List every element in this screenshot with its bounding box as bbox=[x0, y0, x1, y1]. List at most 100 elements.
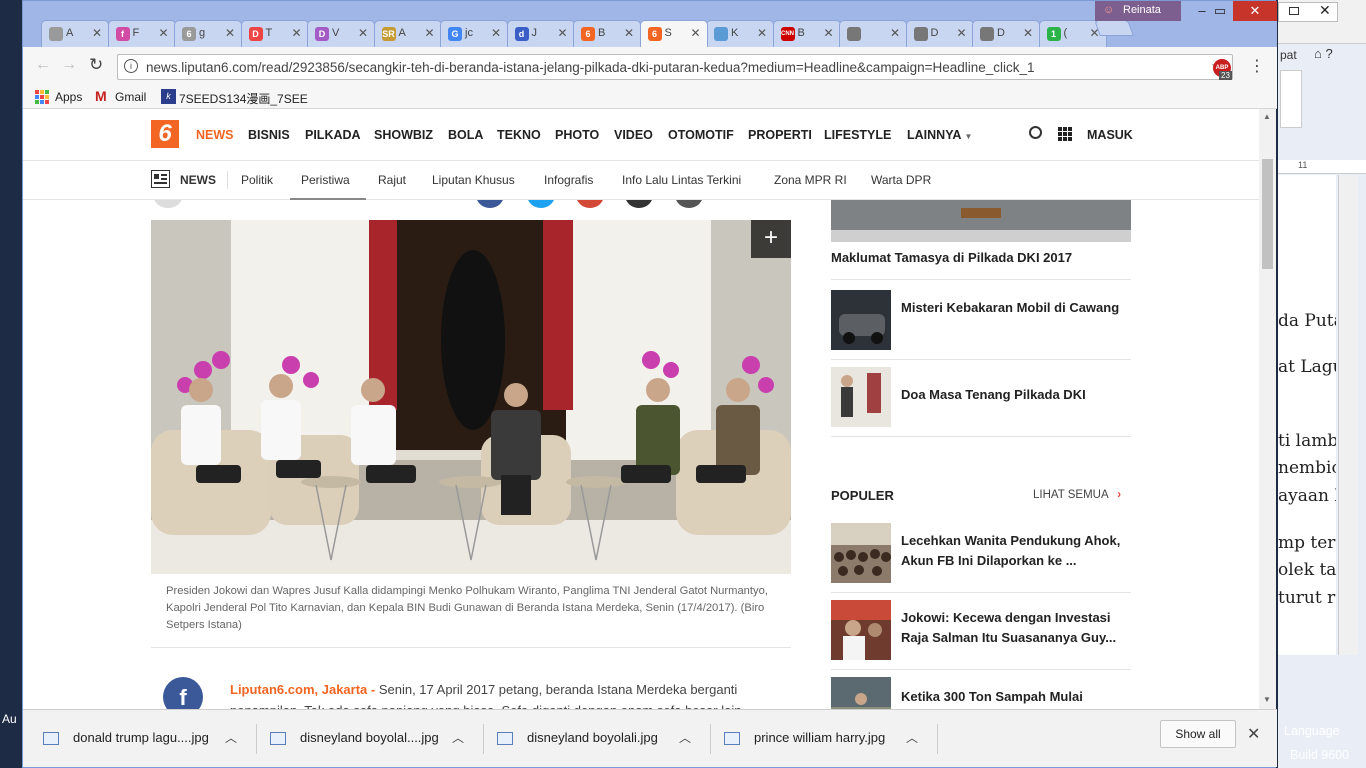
related-top-thumb[interactable] bbox=[831, 200, 1131, 242]
chevron-up-icon[interactable]: ︿ bbox=[679, 729, 691, 746]
download-item[interactable]: donald trump lagu....jpg ︿ bbox=[23, 722, 253, 756]
bookmark-apps[interactable]: Apps bbox=[55, 90, 82, 104]
tab-close-icon[interactable]: ✕ bbox=[956, 26, 966, 40]
popular-see-all[interactable]: LIHAT SEMUA › bbox=[1033, 489, 1121, 501]
profile-badge[interactable]: ☺ Reinata bbox=[1095, 1, 1181, 21]
forward-icon[interactable]: → bbox=[61, 56, 77, 74]
tab-close-icon[interactable]: ✕ bbox=[358, 26, 368, 40]
nav-bisnis[interactable]: BISNIS bbox=[248, 128, 290, 142]
new-tab-button[interactable] bbox=[1094, 20, 1134, 36]
tab-close-icon[interactable]: ✕ bbox=[491, 26, 501, 40]
popular-item[interactable]: Ketika 300 Ton Sampah Mulai bbox=[831, 677, 1131, 709]
tab-5[interactable]: SR A ✕ bbox=[373, 20, 442, 47]
subnav-peristiwa[interactable]: Peristiwa bbox=[301, 173, 350, 187]
tab-close-icon[interactable]: ✕ bbox=[225, 26, 235, 40]
nav-pilkada[interactable]: PILKADA bbox=[305, 128, 361, 142]
subnav-info-lalu-lintas[interactable]: Info Lalu Lintas Terkini bbox=[622, 173, 741, 187]
subnav-rajut[interactable]: Rajut bbox=[378, 173, 406, 187]
twitter-share-button[interactable] bbox=[527, 200, 555, 208]
tab-12[interactable]: ✕ bbox=[839, 20, 907, 47]
gplus-share-button[interactable] bbox=[576, 200, 604, 208]
tab-10[interactable]: K ✕ bbox=[706, 20, 774, 47]
info-icon[interactable]: i bbox=[124, 59, 138, 73]
related-item[interactable]: Misteri Kebakaran Mobil di Cawang bbox=[831, 290, 1131, 360]
section-title[interactable]: NEWS bbox=[180, 173, 216, 187]
tab-8[interactable]: 6 B ✕ bbox=[573, 20, 641, 47]
tab-13[interactable]: D ✕ bbox=[905, 20, 974, 47]
tab-2[interactable]: 6 g ✕ bbox=[174, 20, 242, 47]
nav-bola[interactable]: BOLA bbox=[448, 128, 483, 142]
grid-menu-icon[interactable] bbox=[1058, 127, 1072, 141]
word-restore-button[interactable]: ✕ bbox=[1278, 2, 1338, 22]
scroll-up-icon[interactable]: ▲ bbox=[1263, 112, 1271, 121]
tab-close-icon[interactable]: ✕ bbox=[1023, 26, 1033, 40]
download-item[interactable]: disneyland boyolali.jpg ︿ bbox=[477, 722, 707, 756]
page-scrollbar[interactable]: ▲ ▼ bbox=[1259, 109, 1276, 709]
tab-close-icon[interactable]: ✕ bbox=[291, 26, 301, 40]
subnav-zona-mpr[interactable]: Zona MPR RI bbox=[774, 173, 847, 187]
tab-4[interactable]: D V ✕ bbox=[307, 20, 375, 47]
chevron-up-icon[interactable]: ︿ bbox=[452, 729, 464, 746]
search-icon[interactable] bbox=[1029, 126, 1042, 139]
subnav-liputan-khusus[interactable]: Liputan Khusus bbox=[432, 173, 515, 187]
tab-9[interactable]: 6 S ✕ bbox=[639, 20, 708, 47]
download-item[interactable]: disneyland boyolal....jpg ︿ bbox=[250, 722, 480, 756]
facebook-share-icon[interactable]: f bbox=[163, 677, 203, 709]
subnav-infografis[interactable]: Infografis bbox=[544, 173, 593, 187]
popular-item[interactable]: Lecehkan Wanita Pendukung Ahok, Akun FB … bbox=[831, 523, 1131, 593]
word-help-icon[interactable]: ⌂ ? bbox=[1314, 46, 1333, 61]
nav-properti[interactable]: PROPERTI bbox=[748, 128, 812, 142]
tab-close-icon[interactable]: ✕ bbox=[690, 26, 700, 40]
reload-icon[interactable]: ↻ bbox=[89, 55, 103, 75]
back-icon[interactable]: ← bbox=[35, 56, 51, 74]
bookmark-7seeds[interactable]: 7SEEDS134漫画_7SEE bbox=[179, 90, 308, 107]
nav-video[interactable]: VIDEO bbox=[614, 128, 653, 142]
show-all-downloads-button[interactable]: Show all bbox=[1160, 720, 1236, 748]
nav-lifestyle[interactable]: LIFESTYLE bbox=[824, 128, 891, 142]
tab-close-icon[interactable]: ✕ bbox=[823, 26, 833, 40]
tab-close-icon[interactable]: ✕ bbox=[92, 26, 102, 40]
tab-1[interactable]: f F ✕ bbox=[107, 20, 176, 47]
nav-tekno[interactable]: TEKNO bbox=[497, 128, 541, 142]
tab-0[interactable]: A ✕ bbox=[41, 20, 109, 47]
related-top-title[interactable]: Maklumat Tamasya di Pilkada DKI 2017 bbox=[831, 250, 1131, 265]
menu-icon[interactable]: ⋮ bbox=[1249, 56, 1265, 76]
tab-close-icon[interactable]: ✕ bbox=[557, 26, 567, 40]
line-share-button[interactable] bbox=[625, 200, 653, 208]
nav-showbiz[interactable]: SHOWBIZ bbox=[374, 128, 433, 142]
tab-close-icon[interactable]: ✕ bbox=[757, 26, 767, 40]
address-bar[interactable]: i news.liputan6.com/read/2923856/secangk… bbox=[117, 54, 1233, 80]
tab-14[interactable]: D ✕ bbox=[972, 20, 1040, 47]
maximize-button[interactable]: ▭ bbox=[1205, 1, 1235, 21]
chevron-up-icon[interactable]: ︿ bbox=[225, 729, 237, 746]
tab-close-icon[interactable]: ✕ bbox=[158, 26, 168, 40]
subnav-politik[interactable]: Politik bbox=[241, 173, 273, 187]
chevron-up-icon[interactable]: ︿ bbox=[906, 729, 918, 746]
scroll-down-icon[interactable]: ▼ bbox=[1263, 695, 1271, 704]
download-item[interactable]: prince william harry.jpg ︿ bbox=[704, 722, 934, 756]
login-button[interactable]: MASUK bbox=[1087, 128, 1133, 142]
nav-otomotif[interactable]: OTOMOTIF bbox=[668, 128, 734, 142]
subnav-warta-dpr[interactable]: Warta DPR bbox=[871, 173, 931, 187]
tab-11[interactable]: CNN B ✕ bbox=[772, 20, 841, 47]
tab-close-icon[interactable]: ✕ bbox=[424, 26, 434, 40]
popular-item[interactable]: Jokowi: Kecewa dengan Investasi Raja Sal… bbox=[831, 600, 1131, 670]
tab-close-icon[interactable]: ✕ bbox=[890, 26, 900, 40]
tab-3[interactable]: D T ✕ bbox=[240, 20, 309, 47]
nav-news[interactable]: NEWS bbox=[196, 128, 234, 142]
related-item[interactable]: Doa Masa Tenang Pilkada DKI bbox=[831, 367, 1131, 437]
tab-6[interactable]: Gjc ✕ bbox=[440, 20, 508, 47]
nav-lainnya[interactable]: LAINNYA ▼ bbox=[907, 128, 972, 142]
expand-photo-button[interactable]: + bbox=[751, 220, 791, 258]
tab-close-icon[interactable]: ✕ bbox=[624, 26, 634, 40]
word-close-icon[interactable]: ✕ bbox=[1319, 2, 1331, 19]
close-window-button[interactable]: ✕ bbox=[1233, 1, 1277, 21]
article-photo[interactable]: + bbox=[151, 220, 791, 574]
email-share-button[interactable] bbox=[675, 200, 703, 208]
liputan6-logo[interactable]: 6 bbox=[151, 120, 179, 148]
scroll-thumb[interactable] bbox=[1262, 159, 1273, 269]
share-count-circle[interactable] bbox=[153, 200, 183, 208]
close-downloads-icon[interactable]: ✕ bbox=[1247, 724, 1260, 744]
tab-7[interactable]: d J ✕ bbox=[506, 20, 575, 47]
nav-photo[interactable]: PHOTO bbox=[555, 128, 599, 142]
